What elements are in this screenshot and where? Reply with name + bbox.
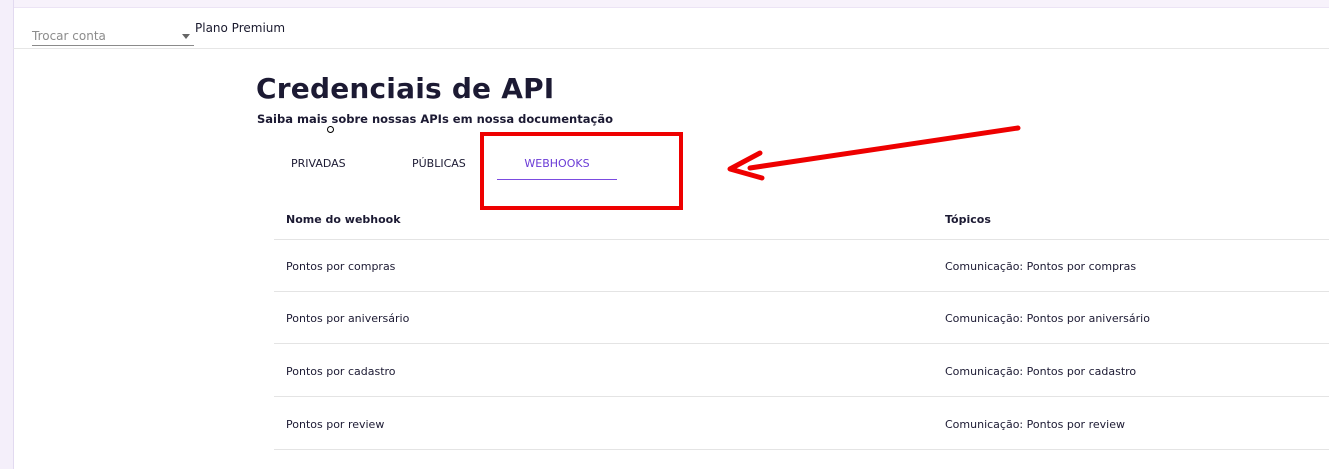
window-top-border bbox=[0, 0, 1329, 8]
header-divider bbox=[13, 48, 1329, 49]
webhook-name-cell: Pontos por review bbox=[286, 418, 385, 431]
column-header-name: Nome do webhook bbox=[286, 213, 401, 226]
documentation-link[interactable]: Saiba mais sobre nossas APIs em nossa do… bbox=[257, 112, 613, 126]
webhook-topic-cell: Comunicação: Pontos por compras bbox=[945, 260, 1137, 273]
annotation-highlight-box bbox=[480, 132, 683, 210]
mouse-cursor-icon bbox=[327, 126, 334, 133]
column-header-topics: Tópicos bbox=[945, 213, 991, 226]
table-row[interactable]: Pontos por cadastro Comunicação: Pontos … bbox=[274, 345, 1329, 397]
webhook-name-cell: Pontos por aniversário bbox=[286, 312, 410, 325]
table-row[interactable]: Pontos por aniversário Comunicação: Pont… bbox=[274, 292, 1329, 344]
table-row[interactable]: Pontos por review Comunicação: Pontos po… bbox=[274, 398, 1329, 450]
webhook-topic-cell: Comunicação: Pontos por review bbox=[945, 418, 1125, 431]
page-title: Credenciais de API bbox=[256, 72, 555, 105]
table-row[interactable]: Pontos por compras Comunicação: Pontos p… bbox=[274, 240, 1329, 292]
webhook-name-cell: Pontos por compras bbox=[286, 260, 396, 273]
table-header: Nome do webhook Tópicos bbox=[274, 200, 1329, 240]
webhook-topic-cell: Comunicação: Pontos por aniversário bbox=[945, 312, 1150, 325]
account-switch-select[interactable]: Trocar conta bbox=[32, 24, 194, 46]
plan-label: Plano Premium bbox=[195, 21, 286, 35]
account-select-placeholder: Trocar conta bbox=[32, 29, 106, 43]
left-sidebar-edge bbox=[0, 0, 14, 469]
annotation-arrow-icon bbox=[727, 125, 1021, 181]
tab-publicas[interactable]: PÚBLICAS bbox=[412, 157, 466, 170]
webhook-name-cell: Pontos por cadastro bbox=[286, 365, 396, 378]
tab-privadas[interactable]: PRIVADAS bbox=[291, 157, 346, 170]
chevron-down-icon bbox=[182, 34, 190, 39]
webhook-topic-cell: Comunicação: Pontos por cadastro bbox=[945, 365, 1137, 378]
